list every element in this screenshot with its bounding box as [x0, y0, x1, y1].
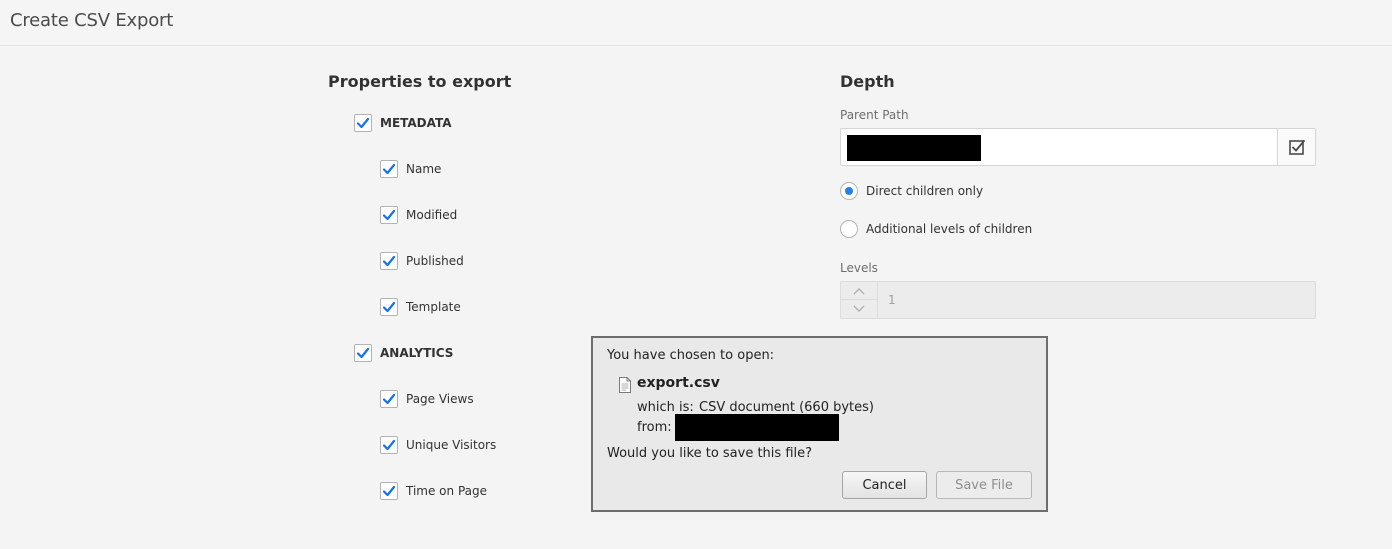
checkbox-template[interactable]: Template: [380, 297, 461, 317]
radio-direct-children[interactable]: Direct children only: [840, 181, 983, 201]
checkmark-icon: [382, 485, 396, 497]
checkmark-icon: [382, 255, 396, 267]
properties-heading: Properties to export: [328, 72, 512, 91]
checkmark-icon: [382, 163, 396, 175]
depth-heading: Depth: [840, 72, 895, 91]
page-title: Create CSV Export: [10, 10, 174, 31]
dialog-file-type: CSV document (660 bytes): [699, 400, 874, 415]
cancel-button[interactable]: Cancel: [842, 471, 927, 499]
file-open-dialog: You have chosen to open: export.csv whic…: [591, 336, 1048, 512]
levels-value: 1: [888, 293, 896, 307]
checkbox-label: METADATA: [380, 116, 452, 130]
checkbox-box[interactable]: [380, 252, 398, 270]
checkbox-name[interactable]: Name: [380, 159, 441, 179]
checkbox-unique-visitors[interactable]: Unique Visitors: [380, 435, 496, 455]
checkmark-icon: [356, 347, 370, 359]
checkbox-box[interactable]: [380, 436, 398, 454]
radio-button[interactable]: [840, 182, 858, 200]
radio-button[interactable]: [840, 220, 858, 238]
radio-label: Direct children only: [866, 184, 984, 198]
checkbox-box[interactable]: [380, 298, 398, 316]
header-bar: Create CSV Export: [0, 0, 1392, 46]
dialog-from-label: from:: [637, 420, 672, 435]
checkbox-label: Name: [406, 162, 442, 176]
checkbox-label: ANALYTICS: [380, 346, 454, 360]
stepper-controls: [841, 282, 878, 318]
checkbox-time-on-page[interactable]: Time on Page: [380, 481, 487, 501]
checkbox-label: Page Views: [406, 392, 474, 406]
document-icon: [619, 377, 631, 393]
select-check-icon: [1288, 140, 1305, 155]
checkbox-box[interactable]: [380, 206, 398, 224]
checkbox-label: Unique Visitors: [406, 438, 497, 452]
radio-label: Additional levels of children: [866, 222, 1033, 236]
checkbox-metadata[interactable]: METADATA: [354, 113, 452, 133]
checkbox-box[interactable]: [380, 160, 398, 178]
checkbox-label: Time on Page: [406, 484, 487, 498]
checkbox-box[interactable]: [354, 344, 372, 362]
checkbox-analytics[interactable]: ANALYTICS: [354, 343, 453, 363]
path-browser-button[interactable]: [1277, 129, 1315, 165]
levels-label: Levels: [840, 261, 878, 275]
dialog-question: Would you like to save this file?: [607, 446, 813, 461]
dialog-intro: You have chosen to open:: [607, 348, 775, 363]
checkbox-label: Published: [406, 254, 464, 268]
chevron-down-icon: [853, 305, 865, 312]
checkmark-icon: [382, 439, 396, 451]
increment-button[interactable]: [841, 282, 877, 300]
parent-path-label: Parent Path: [840, 108, 909, 122]
chevron-up-icon: [853, 287, 865, 294]
save-file-button[interactable]: Save File: [936, 471, 1032, 499]
checkbox-box[interactable]: [380, 390, 398, 408]
checkmark-icon: [382, 393, 396, 405]
parent-path-value-redacted: [847, 135, 981, 161]
checkbox-box[interactable]: [380, 482, 398, 500]
radio-additional-levels[interactable]: Additional levels of children: [840, 219, 1032, 239]
checkbox-published[interactable]: Published: [380, 251, 464, 271]
checkmark-icon: [382, 301, 396, 313]
parent-path-input[interactable]: [840, 128, 1316, 166]
radio-dot: [845, 187, 853, 195]
checkbox-label: Template: [406, 300, 461, 314]
checkbox-modified[interactable]: Modified: [380, 205, 457, 225]
checkmark-icon: [382, 209, 396, 221]
dialog-filename: export.csv: [637, 375, 720, 391]
dialog-source-redacted: [675, 414, 839, 441]
dialog-which-is-label: which is:: [637, 400, 694, 415]
levels-stepper[interactable]: 1: [840, 281, 1316, 319]
decrement-button[interactable]: [841, 300, 877, 318]
checkbox-page-views[interactable]: Page Views: [380, 389, 474, 409]
checkmark-icon: [356, 117, 370, 129]
checkbox-label: Modified: [406, 208, 458, 222]
checkbox-box[interactable]: [354, 114, 372, 132]
